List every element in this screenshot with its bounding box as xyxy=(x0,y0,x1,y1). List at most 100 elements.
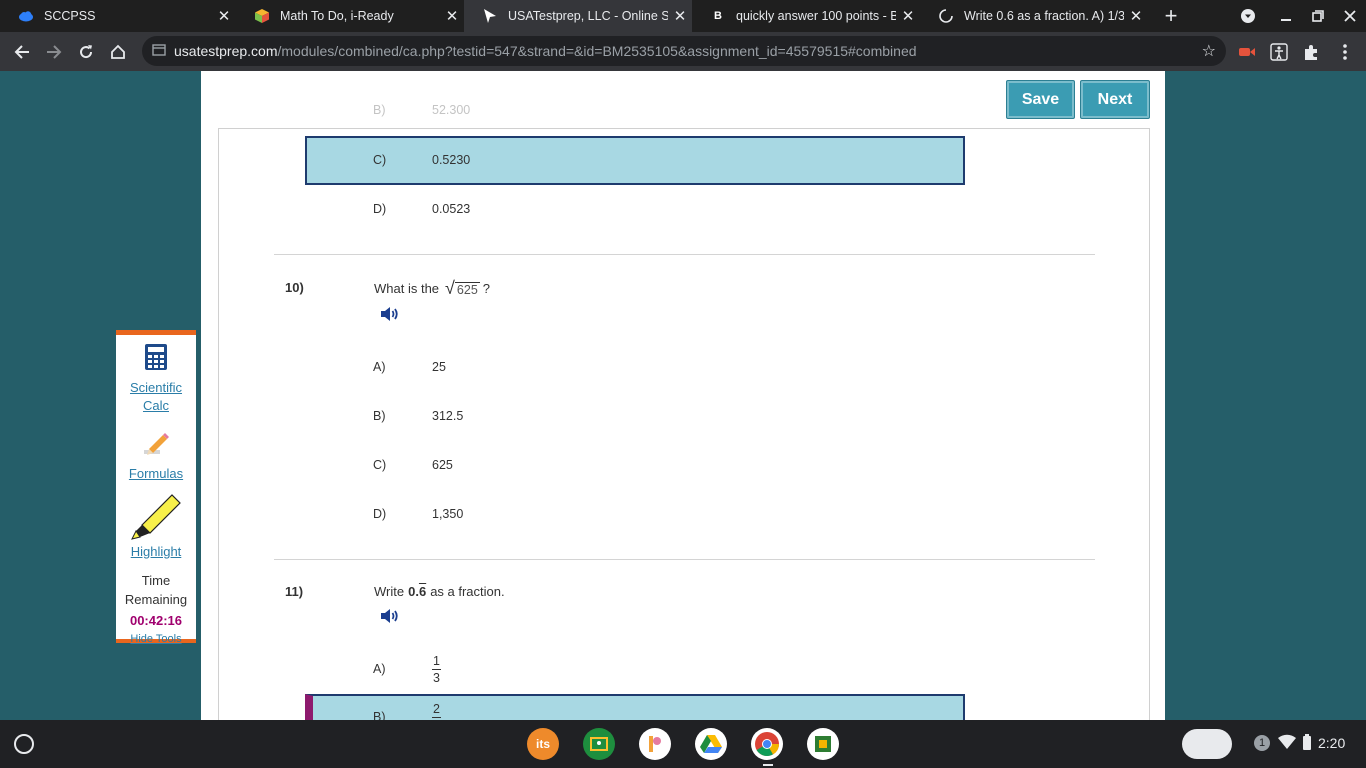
game-app-icon[interactable] xyxy=(807,728,839,760)
close-icon[interactable]: ✕ xyxy=(440,7,464,25)
question-panel xyxy=(218,128,1150,728)
site-info-icon[interactable] xyxy=(152,43,168,59)
tab-sccpss[interactable]: SCCPSS ✕ xyxy=(0,0,236,32)
time-label-line1: Time xyxy=(141,573,171,588)
extensions-puzzle-icon[interactable] xyxy=(1301,42,1321,62)
cloud-icon xyxy=(18,8,34,24)
reload-icon[interactable] xyxy=(72,38,100,66)
time-remaining-value: 00:42:16 xyxy=(129,613,183,628)
tab-strip: SCCPSS ✕ Math To Do, i-Ready ✕ USATestpr… xyxy=(0,0,1366,32)
minimize-icon[interactable] xyxy=(1270,0,1302,32)
loading-icon xyxy=(938,8,954,24)
q10-option-c-letter[interactable]: C) xyxy=(373,458,386,472)
speaker-icon[interactable] xyxy=(380,607,400,630)
hide-tools-link[interactable]: Hide Tools xyxy=(116,630,196,648)
q9-option-d-letter[interactable]: D) xyxy=(373,202,386,216)
tools-panel: Scientific Calc Formulas Highlight Time R… xyxy=(116,330,196,645)
tab-title: USATestprep, LLC - Online State xyxy=(508,9,668,23)
pencil-icon[interactable] xyxy=(141,429,171,459)
restore-icon[interactable] xyxy=(1302,0,1334,32)
extension-accessibility-icon[interactable] xyxy=(1269,42,1289,62)
q10-number: 10) xyxy=(285,280,304,295)
tab-title: SCCPSS xyxy=(44,9,96,23)
q10-option-d-value[interactable]: 1,350 xyxy=(432,507,463,521)
question-divider xyxy=(274,559,1095,560)
address-bar[interactable]: usatestprep.com/modules/combined/ca.php?… xyxy=(142,36,1226,66)
calc-label-line1: Scientific xyxy=(129,380,183,395)
close-window-icon[interactable] xyxy=(1334,0,1366,32)
radical-sign: √ xyxy=(445,278,455,298)
new-tab-icon[interactable]: + xyxy=(1158,3,1184,29)
speaker-icon[interactable] xyxy=(380,305,400,328)
os-shelf: its 1 2:20 xyxy=(0,720,1366,768)
q9-option-c-selected[interactable] xyxy=(305,136,965,185)
decimal-repeat: 6 xyxy=(418,583,427,599)
q9-option-c-value: 0.5230 xyxy=(432,153,471,167)
q10-radicand: 625 xyxy=(454,282,480,297)
q10-option-a-value[interactable]: 25 xyxy=(432,360,446,374)
highlighter-icon[interactable] xyxy=(128,489,184,541)
menu-dots-icon[interactable] xyxy=(1335,42,1355,62)
url-path: /modules/combined/ca.php?testid=547&stra… xyxy=(277,43,917,59)
tab-brainly[interactable]: B quickly answer 100 points - Br ✕ xyxy=(692,0,920,32)
holding-space-icon[interactable] xyxy=(1182,729,1232,759)
tab-title: Math To Do, i-Ready xyxy=(280,9,394,23)
url-text: usatestprep.com/modules/combined/ca.php?… xyxy=(174,43,917,59)
save-button[interactable]: Save xyxy=(1006,80,1075,119)
q10-option-d-letter[interactable]: D) xyxy=(373,507,386,521)
q10-option-c-value[interactable]: 625 xyxy=(432,458,453,472)
battery-icon[interactable] xyxy=(1302,734,1312,753)
q11-option-a-fraction[interactable]: 1 3 xyxy=(432,654,441,685)
close-icon[interactable]: ✕ xyxy=(896,7,920,25)
q9-option-b-letter: B) xyxy=(373,103,386,117)
bookmark-star-icon[interactable]: ☆ xyxy=(1202,41,1216,61)
q10-suffix: ? xyxy=(482,280,491,296)
fraction-denominator: 3 xyxy=(433,671,440,685)
tab-search-icon[interactable] xyxy=(1232,0,1264,32)
classroom-app-icon[interactable] xyxy=(583,728,615,760)
back-icon[interactable] xyxy=(8,38,36,66)
clock[interactable]: 2:20 xyxy=(1318,735,1345,751)
q10-option-a-letter[interactable]: A) xyxy=(373,360,386,374)
home-icon[interactable] xyxy=(104,38,132,66)
q10-prefix: What is the xyxy=(374,280,440,296)
its-app-icon[interactable]: its xyxy=(527,728,559,760)
forward-icon[interactable] xyxy=(40,38,68,66)
drive-app-icon[interactable] xyxy=(695,728,727,760)
tab-write-fraction[interactable]: Write 0.6 as a fraction. A) 1/3 ✕ xyxy=(920,0,1148,32)
cursor-icon xyxy=(482,8,498,24)
q9-option-d-value[interactable]: 0.0523 xyxy=(432,202,470,216)
fraction-bar xyxy=(432,717,441,718)
calculator-icon[interactable] xyxy=(144,343,168,371)
chrome-app-icon[interactable] xyxy=(751,728,783,760)
formulas-link[interactable]: Formulas xyxy=(116,465,196,483)
brainly-icon: B xyxy=(714,10,722,22)
next-button[interactable]: Next xyxy=(1080,80,1150,119)
tab-iready[interactable]: Math To Do, i-Ready ✕ xyxy=(236,0,464,32)
close-icon[interactable]: ✕ xyxy=(668,7,692,25)
q11-suffix: as a fraction. xyxy=(430,583,505,599)
close-icon[interactable]: ✕ xyxy=(212,7,236,25)
fraction-numerator: 2 xyxy=(433,702,440,716)
close-icon[interactable]: ✕ xyxy=(1124,7,1148,25)
q10-option-b-letter[interactable]: B) xyxy=(373,409,386,423)
launcher-icon[interactable] xyxy=(14,734,34,754)
tab-usatestprep[interactable]: USATestprep, LLC - Online State ✕ xyxy=(464,0,692,32)
question-divider xyxy=(274,254,1095,255)
scientific-calc-link[interactable]: Scientific Calc xyxy=(116,379,196,415)
notification-badge[interactable]: 1 xyxy=(1254,735,1270,751)
q10-option-b-value[interactable]: 312.5 xyxy=(432,409,463,423)
wifi-icon[interactable] xyxy=(1278,734,1296,753)
repeating-decimal: 0.6 xyxy=(408,584,426,599)
highlight-link[interactable]: Highlight xyxy=(116,543,196,561)
active-app-indicator xyxy=(763,764,773,766)
url-domain: usatestprep.com xyxy=(174,43,278,59)
q11-text: Write 0.6 as a fraction. xyxy=(374,581,505,601)
q9-option-c-letter: C) xyxy=(373,153,387,167)
time-remaining-label: Time Remaining xyxy=(116,571,196,609)
learning-app-icon[interactable] xyxy=(639,728,671,760)
tab-title: Write 0.6 as a fraction. A) 1/3 xyxy=(964,9,1124,23)
q11-option-a-letter[interactable]: A) xyxy=(373,662,386,676)
extension-video-icon[interactable] xyxy=(1237,42,1257,62)
calc-label-line2: Calc xyxy=(142,398,169,413)
